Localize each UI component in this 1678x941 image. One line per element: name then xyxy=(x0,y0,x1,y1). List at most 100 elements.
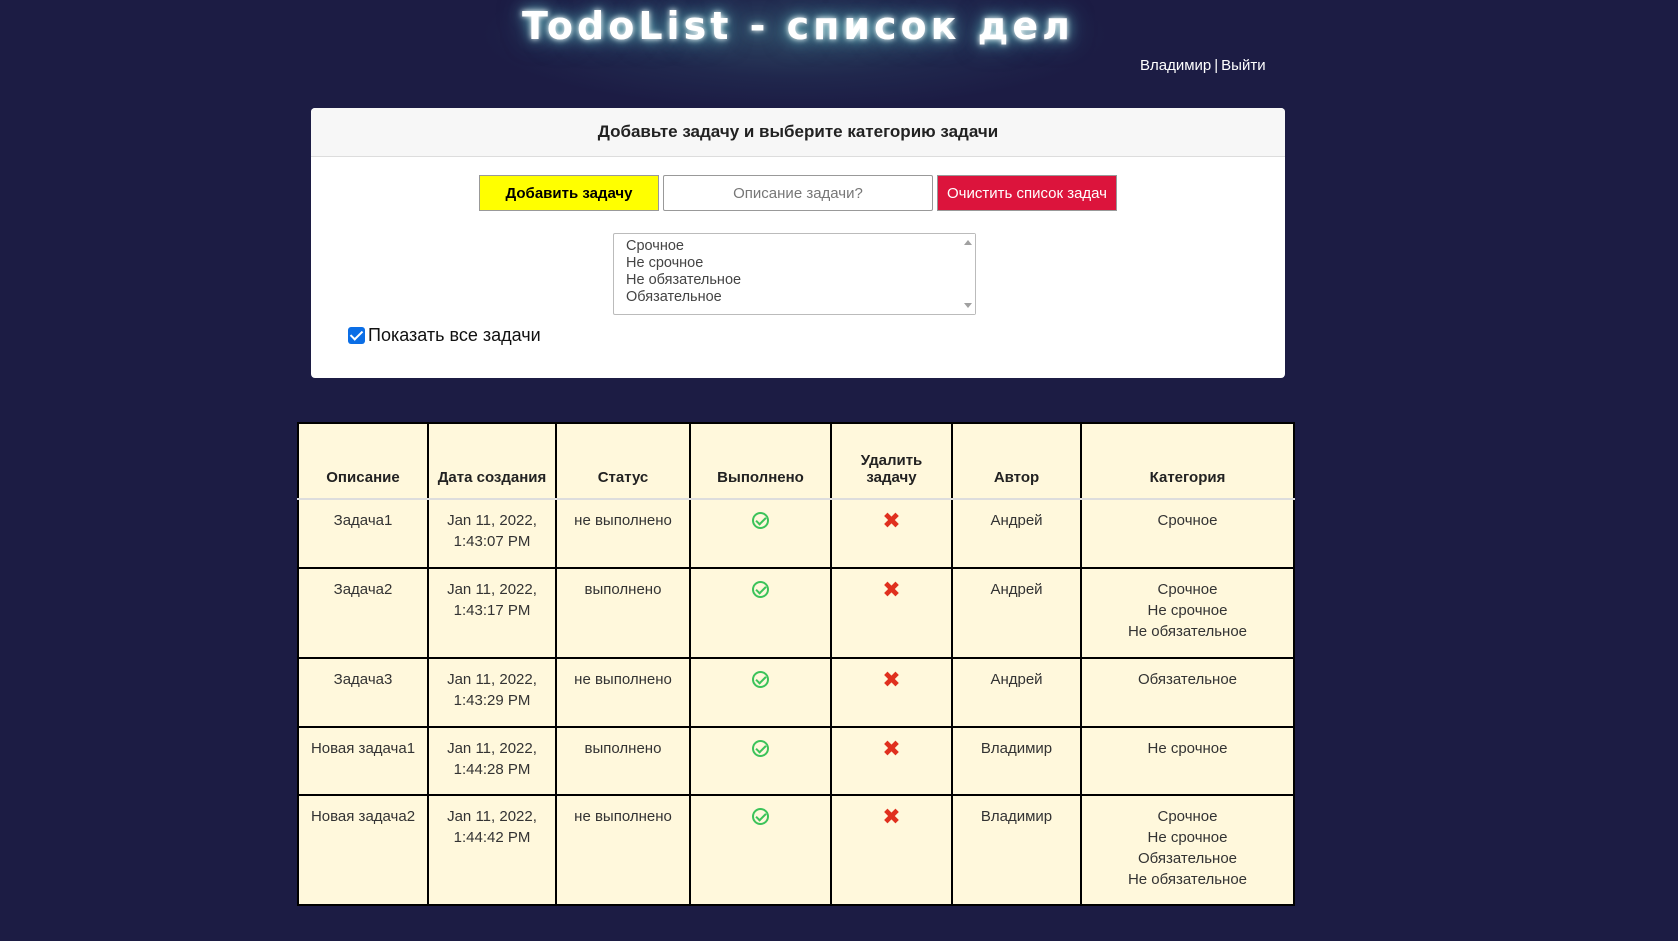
category-label: Не обязательное xyxy=(1127,871,1248,888)
column-header: Выполнено xyxy=(689,422,832,500)
cross-icon[interactable]: ✖ xyxy=(882,510,900,532)
task-date: Jan 11, 2022, 1:43:17 PM xyxy=(427,567,557,659)
done-cell xyxy=(689,794,832,906)
category-label: Не срочное xyxy=(1147,740,1228,757)
cross-icon[interactable]: ✖ xyxy=(882,579,900,601)
category-label: Срочное xyxy=(1157,581,1218,598)
date-line: Jan 11, 2022, xyxy=(447,740,537,757)
category-label: Не срочное xyxy=(1147,829,1228,846)
table-row: Задача1 Jan 11, 2022, 1:43:07 PM не выпол… xyxy=(297,498,1295,569)
select-scrollbar[interactable] xyxy=(961,234,975,314)
task-status: выполнено xyxy=(555,726,691,796)
cross-icon[interactable]: ✖ xyxy=(882,669,900,691)
task-categories: Срочное Не срочное Не обязательное xyxy=(1080,567,1295,659)
table-header-row: Описание Дата создания Статус Выполнено … xyxy=(297,422,1295,500)
category-select[interactable]: Срочное Не срочное Не обязательное Обяза… xyxy=(613,233,976,315)
check-circle-icon[interactable] xyxy=(752,740,769,757)
category-label: Срочное xyxy=(1157,512,1218,529)
time-line: 1:44:28 PM xyxy=(453,761,531,778)
task-date: Jan 11, 2022, 1:44:28 PM xyxy=(427,726,557,796)
delete-cell: ✖ xyxy=(830,567,953,659)
column-header: Удалить задачу xyxy=(830,422,953,500)
time-line: 1:43:17 PM xyxy=(453,602,531,619)
done-cell xyxy=(689,567,832,659)
delete-cell: ✖ xyxy=(830,657,953,728)
task-author: Андрей xyxy=(951,657,1082,728)
delete-cell: ✖ xyxy=(830,726,953,796)
task-description: Новая задача2 xyxy=(297,794,429,906)
add-task-button[interactable]: Добавить задачу xyxy=(479,175,659,211)
done-cell xyxy=(689,498,832,569)
task-description-input[interactable] xyxy=(663,175,933,211)
task-author: Андрей xyxy=(951,498,1082,569)
time-line: 1:43:29 PM xyxy=(453,692,531,709)
user-name-link[interactable]: Владимир xyxy=(1140,57,1211,74)
category-label: Обязательное xyxy=(1137,850,1238,867)
cross-icon[interactable]: ✖ xyxy=(882,806,900,828)
show-all-checkbox[interactable] xyxy=(348,327,365,344)
date-line: Jan 11, 2022, xyxy=(447,512,537,529)
show-all-label: Показать все задачи xyxy=(368,325,541,345)
task-description: Задача3 xyxy=(297,657,429,728)
done-cell xyxy=(689,657,832,728)
scroll-up-arrow-icon[interactable] xyxy=(964,240,972,245)
time-line: 1:44:42 PM xyxy=(453,829,531,846)
nav-separator: | xyxy=(1214,57,1219,74)
column-header: Категория xyxy=(1080,422,1295,500)
task-date: Jan 11, 2022, 1:44:42 PM xyxy=(427,794,557,906)
delete-cell: ✖ xyxy=(830,794,953,906)
task-status: выполнено xyxy=(555,567,691,659)
category-option[interactable]: Не обязательное xyxy=(626,272,963,289)
table-row: Новая задача1 Jan 11, 2022, 1:44:28 PM вы… xyxy=(297,726,1295,796)
show-all-toggle[interactable]: Показать все задачи xyxy=(348,325,541,346)
tasks-table: Описание Дата создания Статус Выполнено … xyxy=(297,422,1295,906)
table-row: Задача2 Jan 11, 2022, 1:43:17 PM выполнен… xyxy=(297,567,1295,659)
date-line: Jan 11, 2022, xyxy=(447,808,537,825)
add-task-card: Добавьте задачу и выберите категорию зад… xyxy=(311,108,1285,378)
task-categories: Не срочное xyxy=(1080,726,1295,796)
scroll-down-arrow-icon[interactable] xyxy=(964,303,972,308)
category-label: Не срочное xyxy=(1147,602,1228,619)
delete-cell: ✖ xyxy=(830,498,953,569)
logout-link[interactable]: Выйти xyxy=(1221,57,1265,74)
task-author: Владимир xyxy=(951,794,1082,906)
user-nav: Владимир | Выйти xyxy=(1140,57,1266,74)
category-label: Не обязательное xyxy=(1127,623,1248,640)
category-label: Обязательное xyxy=(1137,671,1238,688)
task-description: Новая задача1 xyxy=(297,726,429,796)
check-circle-icon[interactable] xyxy=(752,512,769,529)
task-status: не выполнено xyxy=(555,794,691,906)
table-row: Новая задача2 Jan 11, 2022, 1:44:42 PM не… xyxy=(297,794,1295,906)
check-circle-icon[interactable] xyxy=(752,808,769,825)
task-categories: Срочное xyxy=(1080,498,1295,569)
task-date: Jan 11, 2022, 1:43:07 PM xyxy=(427,498,557,569)
task-status: не выполнено xyxy=(555,657,691,728)
task-author: Владимир xyxy=(951,726,1082,796)
task-status: не выполнено xyxy=(555,498,691,569)
clear-list-button[interactable]: Очистить список задач xyxy=(937,175,1117,211)
task-description: Задача1 xyxy=(297,498,429,569)
time-line: 1:43:07 PM xyxy=(453,533,531,550)
category-label: Срочное xyxy=(1157,808,1218,825)
column-header: Статус xyxy=(555,422,691,500)
task-description: Задача2 xyxy=(297,567,429,659)
task-categories: Срочное Не срочное Обязательное Не обяза… xyxy=(1080,794,1295,906)
cross-icon[interactable]: ✖ xyxy=(882,738,900,760)
table-row: Задача3 Jan 11, 2022, 1:43:29 PM не выпол… xyxy=(297,657,1295,728)
task-author: Андрей xyxy=(951,567,1082,659)
column-header: Описание xyxy=(297,422,429,500)
card-heading: Добавьте задачу и выберите категорию зад… xyxy=(311,108,1285,157)
app-title: TodoList - список дел xyxy=(522,4,1074,48)
category-option[interactable]: Не срочное xyxy=(626,255,963,272)
done-cell xyxy=(689,726,832,796)
date-line: Jan 11, 2022, xyxy=(447,581,537,598)
date-line: Jan 11, 2022, xyxy=(447,671,537,688)
check-circle-icon[interactable] xyxy=(752,581,769,598)
column-header: Дата создания xyxy=(427,422,557,500)
category-option[interactable]: Обязательное xyxy=(626,289,963,306)
task-categories: Обязательное xyxy=(1080,657,1295,728)
check-circle-icon[interactable] xyxy=(752,671,769,688)
task-date: Jan 11, 2022, 1:43:29 PM xyxy=(427,657,557,728)
column-header: Автор xyxy=(951,422,1082,500)
category-option[interactable]: Срочное xyxy=(626,238,963,255)
